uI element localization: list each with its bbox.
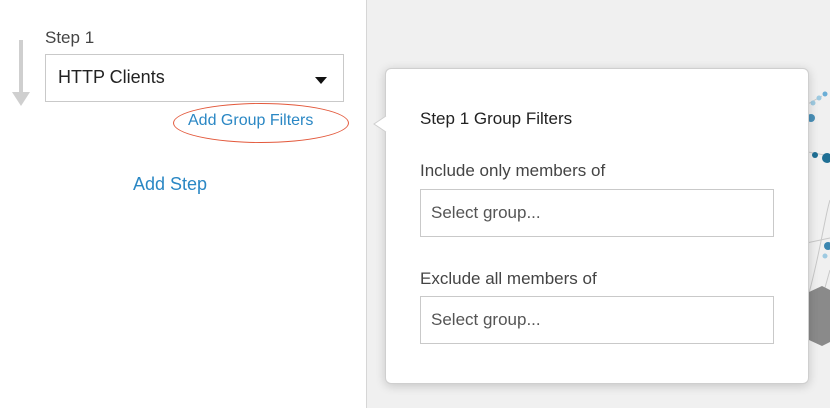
include-group-input[interactable]: [420, 189, 774, 237]
left-panel: Step 1 HTTP Clients Add Group Filters Ad…: [0, 0, 366, 408]
popover-pointer: [373, 109, 397, 139]
down-arrow-icon: [12, 40, 30, 106]
step-label: Step 1: [45, 28, 95, 47]
group-filters-popover: Step 1 Group Filters Include only member…: [373, 68, 809, 384]
step-dropdown[interactable]: HTTP Clients: [45, 54, 344, 102]
step-dropdown-value: HTTP Clients: [58, 67, 165, 87]
add-step-link[interactable]: Add Step: [133, 174, 207, 195]
include-label: Include only members of: [420, 161, 606, 180]
exclude-group-input[interactable]: [420, 296, 774, 344]
add-group-filters-link[interactable]: Add Group Filters: [188, 112, 313, 130]
exclude-label: Exclude all members of: [420, 269, 597, 288]
caret-down-icon[interactable]: [315, 77, 327, 84]
popover-title: Step 1 Group Filters: [420, 109, 573, 128]
